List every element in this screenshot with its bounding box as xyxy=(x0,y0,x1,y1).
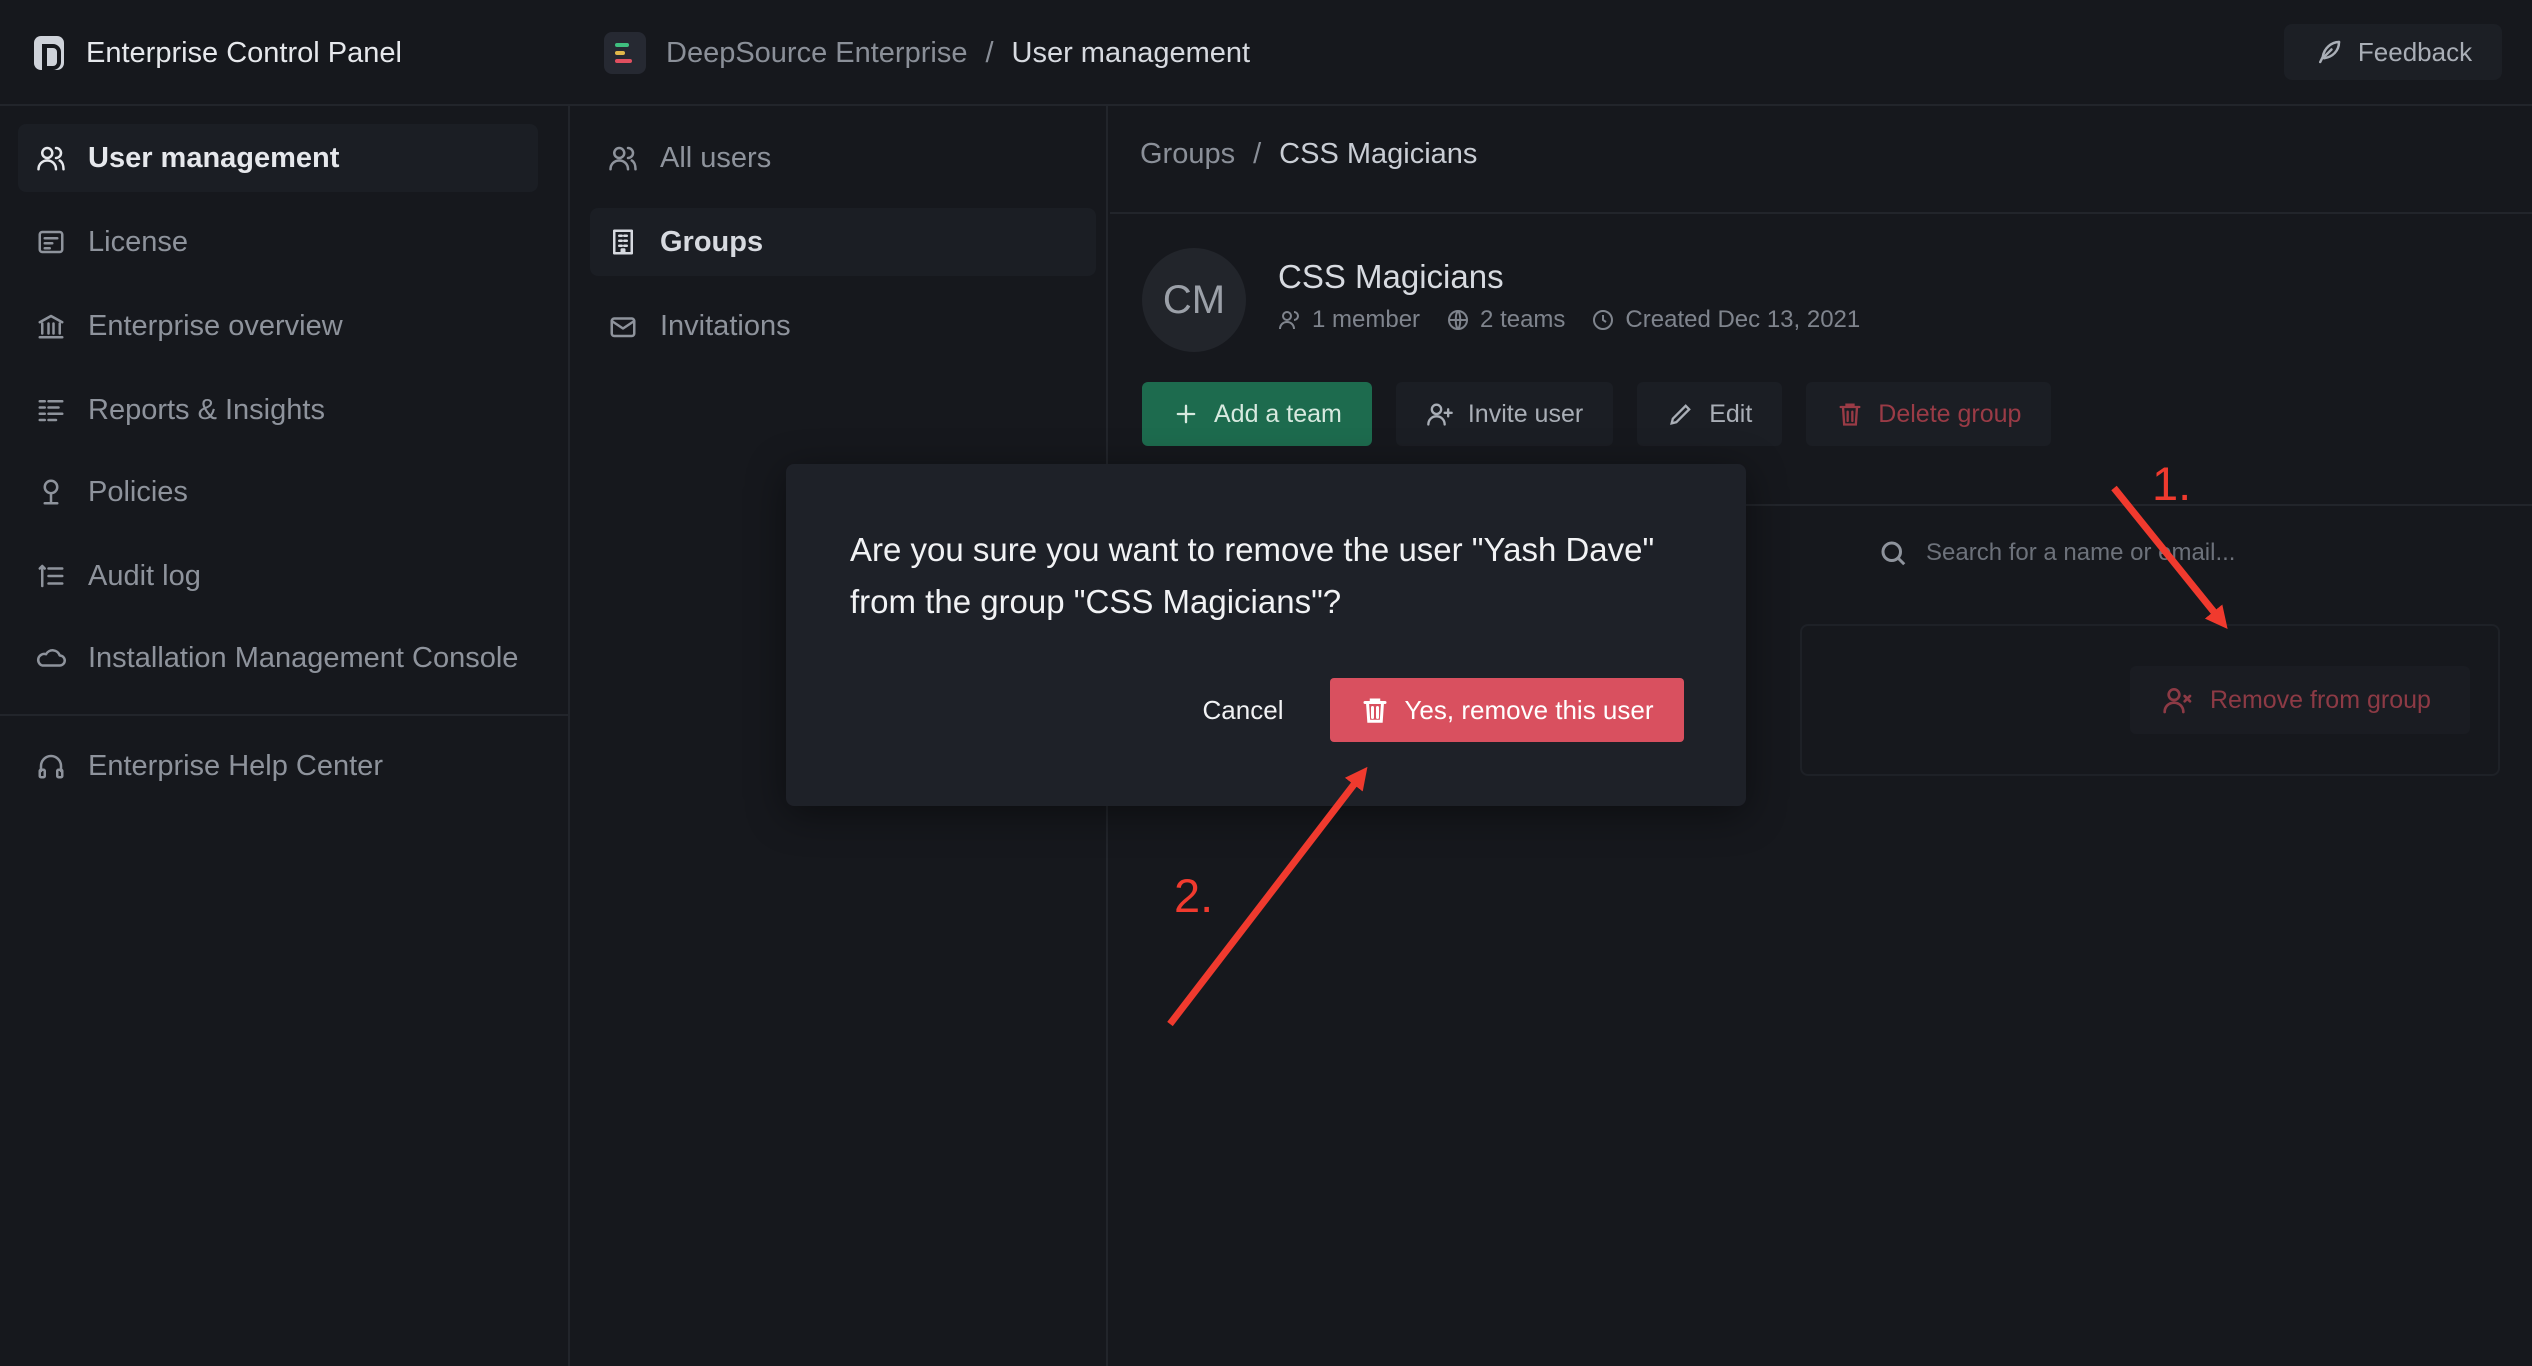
header-divider xyxy=(1110,212,2532,214)
sidebar-item-label: Installation Management Console xyxy=(88,641,519,674)
sidebar-item-label: Enterprise overview xyxy=(88,309,343,342)
feather-icon xyxy=(2314,37,2344,67)
team-count: 2 teams xyxy=(1446,306,1565,334)
dialog-message-line-2: from the group "CSS Magicians"? xyxy=(850,583,1342,620)
remove-from-group-label: Remove from group xyxy=(2210,685,2431,714)
sidebar-item-help-center[interactable]: Enterprise Help Center xyxy=(18,732,538,800)
feedback-button[interactable]: Feedback xyxy=(2284,24,2502,80)
cancel-button[interactable]: Cancel xyxy=(1158,678,1328,742)
search-icon xyxy=(1881,541,1906,566)
sidebar-item-reports[interactable]: Reports & Insights xyxy=(18,376,538,444)
invite-user-button[interactable]: Invite user xyxy=(1395,382,1614,446)
sidebar-item-label: Policies xyxy=(88,475,188,508)
breadcrumb-current: User management xyxy=(1011,36,1251,69)
sidebar: User management License Enterprise overv… xyxy=(0,106,570,1366)
delete-group-label: Delete group xyxy=(1878,399,2022,428)
member-search[interactable]: Search for a name or email... xyxy=(1856,518,2502,588)
license-icon xyxy=(36,227,66,257)
sidebar-item-user-management[interactable]: User management xyxy=(18,124,538,192)
mail-icon xyxy=(608,311,638,341)
breadcrumb-groups-link[interactable]: Groups xyxy=(1140,138,1235,171)
sidebar-item-policies[interactable]: Policies xyxy=(18,458,538,526)
globe-icon xyxy=(1448,310,1469,330)
audit-log-icon xyxy=(36,561,66,591)
subnav-item-groups[interactable]: Groups xyxy=(590,208,1096,276)
confirm-remove-button[interactable]: Yes, remove this user xyxy=(1330,678,1684,742)
top-breadcrumb: DeepSource Enterprise / User management xyxy=(604,30,1250,76)
created-date-label: Created Dec 13, 2021 xyxy=(1625,306,1861,333)
group-actions: Add a team Invite user Edit Delete group xyxy=(1142,382,2052,446)
trash-icon xyxy=(1839,403,1861,426)
app-title: Enterprise Control Panel xyxy=(86,36,402,69)
sidebar-item-license[interactable]: License xyxy=(18,208,538,276)
annotation-step-2: 2. xyxy=(1174,869,1214,922)
sidebar-item-label: Audit log xyxy=(88,559,201,592)
user-plus-icon xyxy=(1427,403,1453,426)
invite-user-label: Invite user xyxy=(1467,399,1584,428)
feedback-label: Feedback xyxy=(2357,36,2473,67)
group-title: CSS Magicians xyxy=(1278,258,1504,295)
top-bar: Enterprise Control Panel DeepSource Ente… xyxy=(0,0,2532,106)
plus-icon xyxy=(1176,404,1196,424)
group-breadcrumb: Groups / CSS Magicians xyxy=(1140,138,1477,171)
sidebar-item-installation-console[interactable]: Installation Management Console xyxy=(18,624,538,692)
edit-group-button[interactable]: Edit xyxy=(1637,382,1783,446)
sidebar-item-label: User management xyxy=(88,141,340,174)
confirm-remove-dialog: Are you sure you want to remove the user… xyxy=(786,464,1746,806)
users-icon xyxy=(36,143,66,173)
add-team-label: Add a team xyxy=(1214,399,1342,428)
sidebar-item-label: License xyxy=(88,225,188,258)
deepsource-logo-icon xyxy=(34,36,64,70)
subnav-item-label: All users xyxy=(660,141,772,174)
pencil-icon xyxy=(1670,404,1692,425)
users-icon xyxy=(1279,311,1299,330)
app-brand[interactable]: Enterprise Control Panel xyxy=(34,30,402,76)
team-count-label: 2 teams xyxy=(1480,306,1566,333)
subnav-item-label: Groups xyxy=(660,225,764,258)
sidebar-item-enterprise-overview[interactable]: Enterprise overview xyxy=(18,292,538,360)
sidebar-item-label: Reports & Insights xyxy=(88,393,325,426)
group-meta: 1 member 2 teams Created Dec 13, 2021 xyxy=(1278,306,1860,334)
member-count: 1 member xyxy=(1278,306,1420,334)
cloud-icon xyxy=(36,643,66,673)
users-icon xyxy=(608,143,638,173)
group-avatar: CM xyxy=(1142,248,1246,352)
remove-from-group-button[interactable]: Remove from group xyxy=(2130,666,2470,734)
search-input[interactable]: Search for a name or email... xyxy=(1926,539,2235,567)
headphones-icon xyxy=(36,751,66,781)
delete-group-button[interactable]: Delete group xyxy=(1806,382,2052,446)
breadcrumb-org[interactable]: DeepSource Enterprise xyxy=(666,37,967,70)
breadcrumb-separator: / xyxy=(985,36,994,69)
dialog-message-line-1: Are you sure you want to remove the user… xyxy=(850,531,1655,568)
edit-label: Edit xyxy=(1709,399,1753,428)
dialog-message: Are you sure you want to remove the user… xyxy=(850,524,1700,628)
trash-icon xyxy=(1363,698,1387,723)
reports-icon xyxy=(36,395,66,425)
annotation-step-1: 1. xyxy=(2152,457,2192,510)
policies-icon xyxy=(36,477,66,507)
member-count-label: 1 member xyxy=(1312,306,1421,333)
sidebar-divider xyxy=(0,714,568,716)
building-icon xyxy=(608,227,638,257)
sidebar-item-label: Enterprise Help Center xyxy=(88,749,383,782)
clock-icon xyxy=(1593,310,1614,330)
subnav-item-label: Invitations xyxy=(660,309,791,342)
bank-icon xyxy=(36,311,66,341)
user-remove-icon xyxy=(2163,688,2192,714)
org-logo-icon xyxy=(604,32,646,74)
subnav-item-invitations[interactable]: Invitations xyxy=(590,292,1096,360)
confirm-remove-label: Yes, remove this user xyxy=(1404,694,1654,725)
breadcrumb-separator: / xyxy=(1253,138,1262,170)
breadcrumb-current-group: CSS Magicians xyxy=(1279,138,1478,170)
sidebar-item-audit-log[interactable]: Audit log xyxy=(18,542,538,610)
subnav-item-all-users[interactable]: All users xyxy=(590,124,1096,192)
add-team-button[interactable]: Add a team xyxy=(1142,382,1372,446)
created-date: Created Dec 13, 2021 xyxy=(1591,306,1860,334)
